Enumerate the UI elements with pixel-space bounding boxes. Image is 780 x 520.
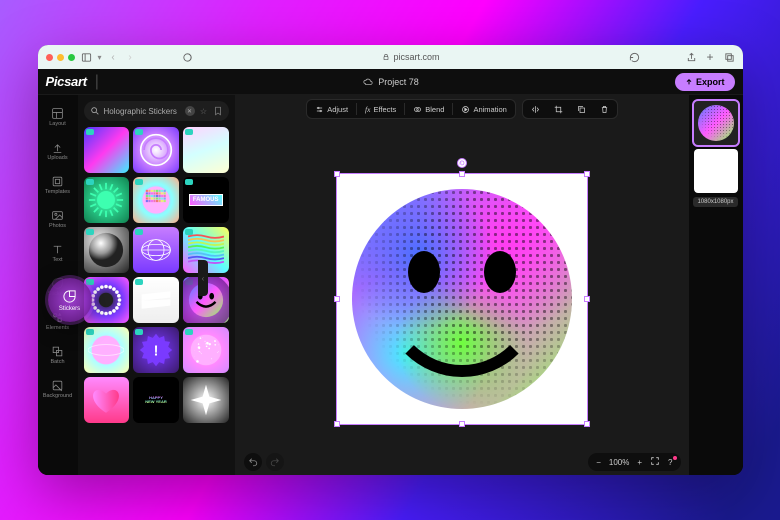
smiley-sticker[interactable] [352, 189, 572, 409]
sticker-item-heart[interactable] [84, 377, 130, 423]
fit-screen-button[interactable] [650, 456, 660, 468]
maximize-window-icon[interactable] [68, 54, 75, 61]
sticker-icon [62, 289, 77, 304]
canvas-dimensions: 1080x1080px [693, 197, 737, 207]
sticker-item-burst[interactable] [84, 177, 130, 223]
search-clear-icon[interactable]: ✕ [185, 106, 195, 116]
canvas-area: Adjust fxEffects Blend Animation [236, 95, 689, 475]
app-topbar: Picsart | Project 78 Export [38, 69, 743, 95]
rail-item-background[interactable]: Background [41, 373, 75, 405]
new-tab-icon[interactable]: + [705, 52, 716, 63]
rail-item-text[interactable]: Text [41, 237, 75, 269]
sticker-item-bubble[interactable] [84, 227, 130, 273]
tabs-icon[interactable] [724, 52, 735, 63]
context-toolbar: Adjust fxEffects Blend Animation [236, 95, 689, 123]
logo: Picsart [46, 74, 87, 89]
undo-button[interactable] [244, 453, 262, 471]
zoom-controls: − 100% + ? [588, 453, 680, 471]
sticker-grid: FAMOUS! HAPPYNEW YEAR [78, 127, 235, 475]
rail-item-templates[interactable]: Templates [41, 169, 75, 201]
sticker-item-seal[interactable]: ! [133, 327, 179, 373]
picsart-app: Picsart | Project 78 Export Layout Uploa… [38, 69, 743, 475]
resize-handle[interactable] [459, 171, 465, 177]
share-icon[interactable] [686, 52, 697, 63]
resize-handle[interactable] [334, 421, 340, 427]
sticker-panel: Holographic Stickers ✕ ☆ FAMOUS! HAPPYNEW… [78, 95, 236, 475]
canvas[interactable] [337, 174, 587, 424]
url-text: picsart.com [394, 52, 440, 62]
tool-duplicate[interactable] [571, 101, 592, 117]
close-window-icon[interactable] [46, 54, 53, 61]
sticker-item-newyear[interactable]: HAPPYNEW YEAR [133, 377, 179, 423]
tool-delete[interactable] [594, 101, 615, 117]
search-bookmark-icon[interactable] [213, 106, 223, 116]
resize-handle[interactable] [584, 421, 590, 427]
layer-thumbnail[interactable] [694, 149, 738, 193]
left-rail: Layout Uploads Templates Photos Text Sti… [38, 95, 78, 475]
svg-text:!: ! [154, 343, 159, 359]
shield-icon[interactable] [182, 52, 193, 63]
search-favorite-icon[interactable]: ☆ [199, 106, 209, 116]
search-icon [90, 106, 100, 116]
minimize-window-icon[interactable] [57, 54, 64, 61]
sticker-item-swirl[interactable] [84, 127, 130, 173]
search-input[interactable]: Holographic Stickers ✕ ☆ [84, 101, 229, 121]
cloud-icon [363, 77, 373, 87]
zoom-level[interactable]: 100% [609, 458, 629, 467]
sidebar-toggle-icon[interactable] [81, 52, 92, 63]
nav-back-icon[interactable]: ‹ [108, 52, 119, 63]
rotate-handle[interactable] [457, 158, 467, 168]
project-title[interactable]: Project 78 [107, 77, 675, 87]
traffic-lights [46, 54, 75, 61]
redo-button[interactable] [266, 453, 284, 471]
rail-item-batch[interactable]: Batch [41, 339, 75, 371]
lock-icon [382, 53, 390, 61]
upload-icon [685, 78, 693, 86]
sticker-item-glitter[interactable] [183, 327, 229, 373]
rail-item-photos[interactable]: Photos [41, 203, 75, 235]
panel-collapse-button[interactable]: ‹ [198, 260, 208, 296]
refresh-icon[interactable] [629, 52, 640, 63]
sticker-item-famous[interactable]: FAMOUS [183, 177, 229, 223]
resize-handle[interactable] [334, 171, 340, 177]
resize-handle[interactable] [584, 296, 590, 302]
sticker-item-globe[interactable] [133, 227, 179, 273]
layers-panel: 1080x1080px [689, 95, 743, 475]
resize-handle[interactable] [334, 296, 340, 302]
sticker-item-star[interactable] [183, 377, 229, 423]
address-bar[interactable]: picsart.com [199, 52, 623, 62]
resize-handle[interactable] [584, 171, 590, 177]
zoom-in-button[interactable]: + [637, 458, 642, 467]
browser-window: ▾ ‹ › picsart.com + Picsart | Project 78… [38, 45, 743, 475]
layer-thumbnail-active[interactable] [694, 101, 738, 145]
tool-animation[interactable]: Animation [455, 101, 512, 117]
browser-chrome: ▾ ‹ › picsart.com + [38, 45, 743, 69]
tool-flip[interactable] [525, 101, 546, 117]
sticker-item-egg[interactable] [183, 127, 229, 173]
tool-adjust[interactable]: Adjust [309, 101, 354, 117]
sticker-item-brush[interactable] [133, 277, 179, 323]
rail-item-uploads[interactable]: Uploads [41, 135, 75, 167]
help-button[interactable]: ? [668, 458, 672, 467]
sticker-item-planet[interactable] [84, 327, 130, 373]
tool-crop[interactable] [548, 101, 569, 117]
zoom-out-button[interactable]: − [596, 458, 601, 467]
resize-handle[interactable] [459, 421, 465, 427]
tool-effects[interactable]: fxEffects [359, 101, 402, 117]
rail-highlight-stickers: Stickers [48, 278, 92, 322]
app-body: Layout Uploads Templates Photos Text Sti… [38, 95, 743, 475]
sticker-item-spiral[interactable] [133, 127, 179, 173]
tool-blend[interactable]: Blend [407, 101, 450, 117]
rail-item-layout[interactable]: Layout [41, 101, 75, 133]
sticker-item-disco[interactable] [133, 177, 179, 223]
nav-forward-icon[interactable]: › [125, 52, 136, 63]
export-button[interactable]: Export [675, 73, 735, 91]
